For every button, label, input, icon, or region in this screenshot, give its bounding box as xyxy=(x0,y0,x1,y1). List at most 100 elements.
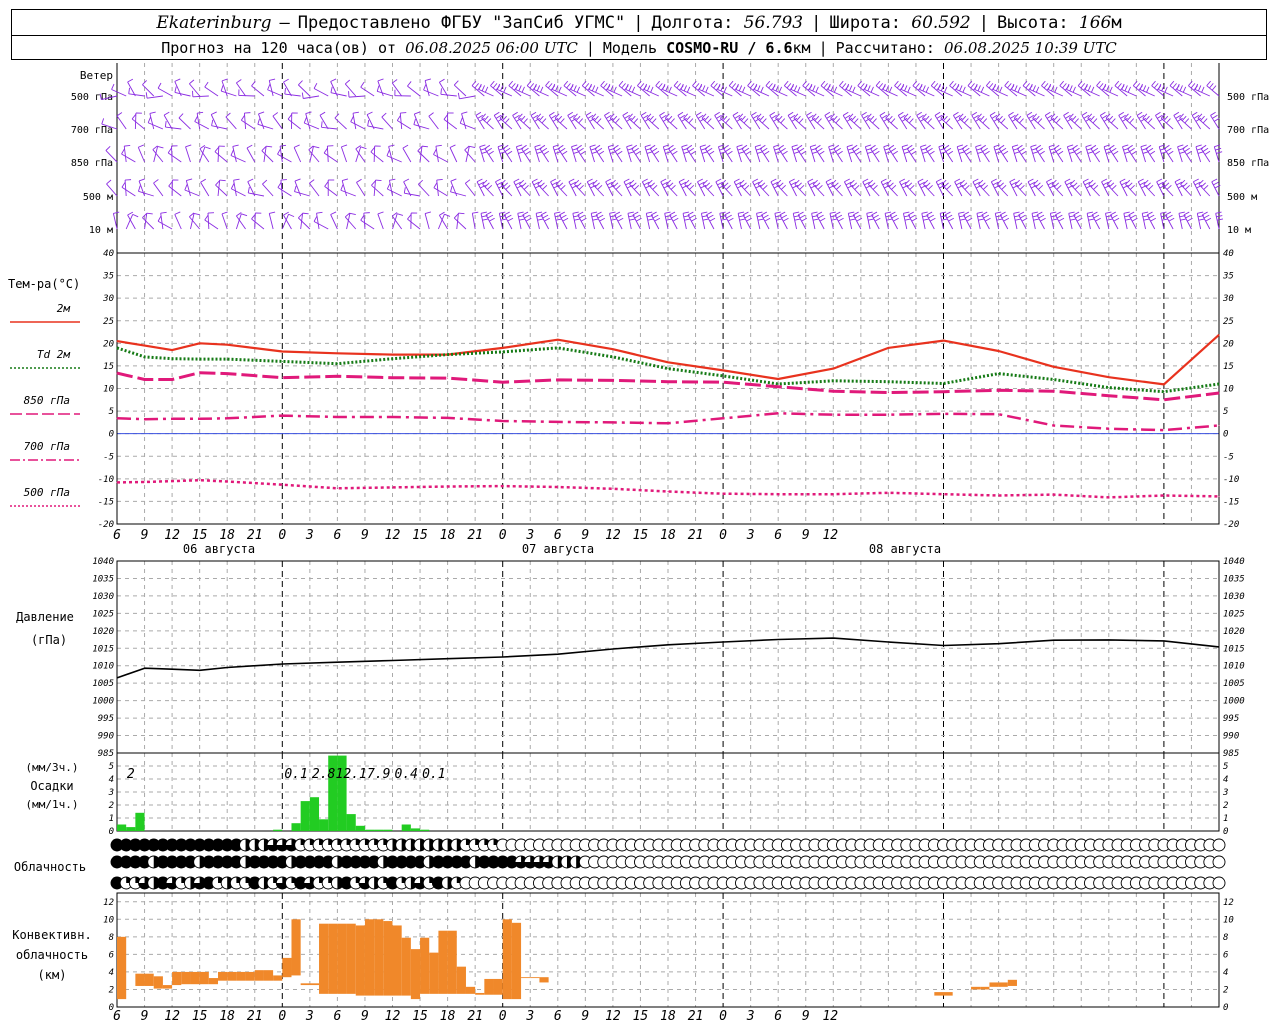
wind-barb-flag xyxy=(511,83,516,89)
pressure-data-point xyxy=(226,666,228,668)
wind-barb-shaft xyxy=(517,213,522,230)
wind-barb-flag xyxy=(664,211,671,214)
wind-barb-flag xyxy=(1021,150,1027,155)
wind-barb-flag xyxy=(756,211,763,214)
convective-bar xyxy=(989,982,999,987)
wind-barb-flag xyxy=(233,178,240,181)
wind-barb-flag xyxy=(539,182,545,188)
wind-barb-flag xyxy=(888,182,894,188)
temp-data-point xyxy=(144,356,146,358)
wind-barb-flag xyxy=(846,144,853,148)
wind-barb xyxy=(779,211,789,230)
wind-barb-shaft xyxy=(377,80,384,97)
wind-barb-shaft xyxy=(123,146,127,163)
wind-barb-flag xyxy=(433,148,437,155)
wind-barb-flag xyxy=(386,183,391,190)
wind-barb xyxy=(453,80,467,97)
wind-barb xyxy=(482,179,494,197)
wind-barb-flag xyxy=(184,184,188,191)
wind-barb-flag xyxy=(1209,83,1214,89)
wind-barb-flag xyxy=(461,111,468,115)
wind-barb xyxy=(820,80,834,97)
wind-barb-shaft xyxy=(262,183,274,197)
hour-tick-label: 9 xyxy=(581,528,589,543)
wind-barb-flag xyxy=(831,218,838,221)
wind-barb-shaft xyxy=(112,213,118,230)
convective-tick-label: 6 xyxy=(109,950,114,960)
wind-barb-flag xyxy=(896,83,902,89)
wind-barb xyxy=(465,145,476,163)
wind-barb xyxy=(650,211,661,230)
wind-barb-flag xyxy=(677,111,684,116)
temp-data-point xyxy=(1218,425,1220,427)
wind-barb-flag xyxy=(342,178,349,182)
pressure-data-point xyxy=(199,669,201,671)
wind-barb-flag xyxy=(1111,214,1118,219)
hour-tick-label: 3 xyxy=(305,528,314,543)
wind-barb-flag xyxy=(825,178,832,183)
wind-barb-shaft xyxy=(423,89,439,97)
wind-level-label: 500 гПа xyxy=(71,92,113,103)
wind-barb-flag xyxy=(1202,118,1208,124)
wind-barb-flag xyxy=(725,147,731,152)
wind-barb-flag xyxy=(489,217,495,222)
wind-barb-flag xyxy=(925,182,931,188)
wind-barb xyxy=(303,117,320,130)
wind-barb xyxy=(313,82,329,97)
wind-barb-shaft xyxy=(341,180,348,197)
convective-bar xyxy=(539,977,549,983)
wind-barb-flag xyxy=(138,144,144,148)
wind-barb-flag xyxy=(980,86,985,93)
wind-barb-shaft xyxy=(277,187,292,197)
wind-barb-shaft xyxy=(1017,148,1027,163)
temp-data-point xyxy=(336,363,338,365)
wind-barb-flag xyxy=(617,217,624,222)
wind-barb-flag xyxy=(540,86,544,93)
wind-barb-flag xyxy=(928,214,934,219)
temp-data-point xyxy=(226,344,228,346)
wind-barb xyxy=(316,211,323,230)
wind-barb xyxy=(153,179,164,197)
wind-barb-shaft xyxy=(812,183,825,197)
wind-barb-flag xyxy=(872,185,878,190)
hour-tick-label-bottom: 18 xyxy=(440,1009,456,1024)
temp-data-point xyxy=(392,416,393,418)
pressure-data-point xyxy=(887,641,889,643)
temp-data-point xyxy=(502,351,504,353)
wind-barb-flag xyxy=(561,150,568,155)
wind-barb-flag xyxy=(852,182,858,188)
wind-barb-flag xyxy=(1044,111,1051,116)
convective-bar xyxy=(282,957,292,978)
pressure-tick-label: 995 xyxy=(1223,714,1239,724)
wind-barb-flag xyxy=(725,118,730,124)
wind-barb xyxy=(112,211,120,230)
wind-barb-flag xyxy=(1151,80,1156,87)
wind-barb-flag xyxy=(1202,147,1209,152)
wind-barb-flag xyxy=(523,118,528,124)
wind-barb-flag xyxy=(1098,83,1104,89)
wind-barb xyxy=(145,92,163,99)
wind-barb xyxy=(268,78,276,97)
wind-barb xyxy=(926,211,936,230)
wind-barb-flag xyxy=(247,186,250,194)
wind-barb xyxy=(435,144,442,163)
wind-barb xyxy=(371,180,384,197)
wind-barb xyxy=(1169,80,1183,97)
wind-barb-shaft xyxy=(200,182,210,197)
wind-barb-shaft xyxy=(404,192,421,197)
hour-tick-label: 12 xyxy=(605,528,621,543)
wind-barb-shaft xyxy=(702,183,715,197)
convective-panel-title: облачность xyxy=(16,948,88,962)
temp-data-point xyxy=(832,368,834,370)
temp-data-point xyxy=(832,390,834,392)
wind-barb-flag xyxy=(1188,80,1193,87)
wind-barb-shaft xyxy=(682,213,687,230)
wind-barb-shaft xyxy=(360,86,375,97)
wind-barb-flag xyxy=(211,111,217,115)
wind-barb-flag xyxy=(817,118,822,124)
hour-tick-label: 0 xyxy=(719,528,727,543)
wind-barb-flag xyxy=(543,150,550,155)
wind-barb-flag xyxy=(613,144,619,149)
wind-barb-flag xyxy=(727,150,733,155)
temp-data-point xyxy=(171,358,173,360)
